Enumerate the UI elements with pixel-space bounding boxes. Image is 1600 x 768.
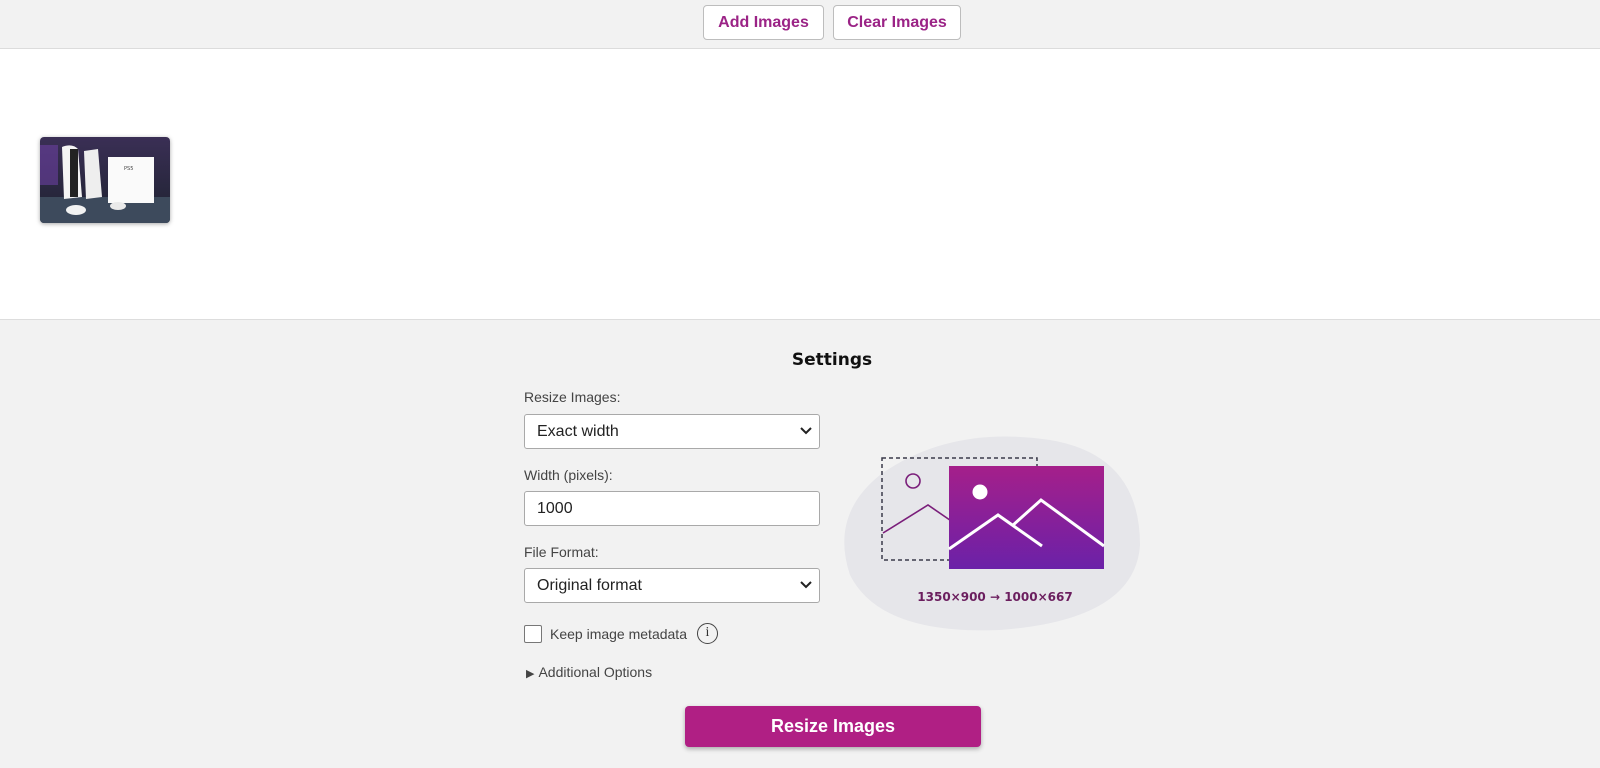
settings-title: Settings [791, 350, 873, 370]
additional-options-label: Additional Options [538, 664, 653, 680]
file-format-select[interactable]: Original format [524, 568, 820, 603]
add-images-button[interactable]: Add Images [703, 5, 824, 40]
triangle-right-icon: ▶ [526, 668, 535, 680]
file-format-value: Original format [537, 577, 642, 594]
resized-image-icon [949, 466, 1104, 569]
chevron-down-icon [799, 415, 813, 461]
dimension-readout: 1350×900 → 1000×667 [917, 590, 1073, 604]
resize-images-button[interactable]: Resize Images [685, 706, 981, 747]
info-icon[interactable]: i [697, 623, 718, 644]
image-gallery: PS5 [0, 49, 1600, 320]
ps5-photo: PS5 [40, 137, 170, 223]
width-value: 1000 [537, 500, 573, 517]
keep-metadata-checkbox[interactable] [524, 625, 542, 643]
svg-text:PS5: PS5 [124, 166, 133, 172]
additional-options-toggle[interactable]: ▶ Additional Options [526, 664, 652, 680]
keep-metadata-label[interactable]: Keep image metadata [550, 626, 687, 642]
width-label: Width (pixels): [524, 467, 613, 483]
resize-illustration [844, 436, 1140, 631]
toolbar: Add Images Clear Images [0, 0, 1600, 49]
chevron-down-icon [799, 569, 813, 615]
resize-mode-select[interactable]: Exact width [524, 414, 820, 449]
resize-images-label: Resize Images: [524, 389, 621, 405]
file-format-label: File Format: [524, 544, 599, 560]
width-input[interactable]: 1000 [524, 491, 820, 526]
clear-images-button[interactable]: Clear Images [833, 5, 961, 40]
image-thumbnail[interactable]: PS5 [40, 137, 170, 223]
resize-mode-value: Exact width [537, 423, 619, 440]
